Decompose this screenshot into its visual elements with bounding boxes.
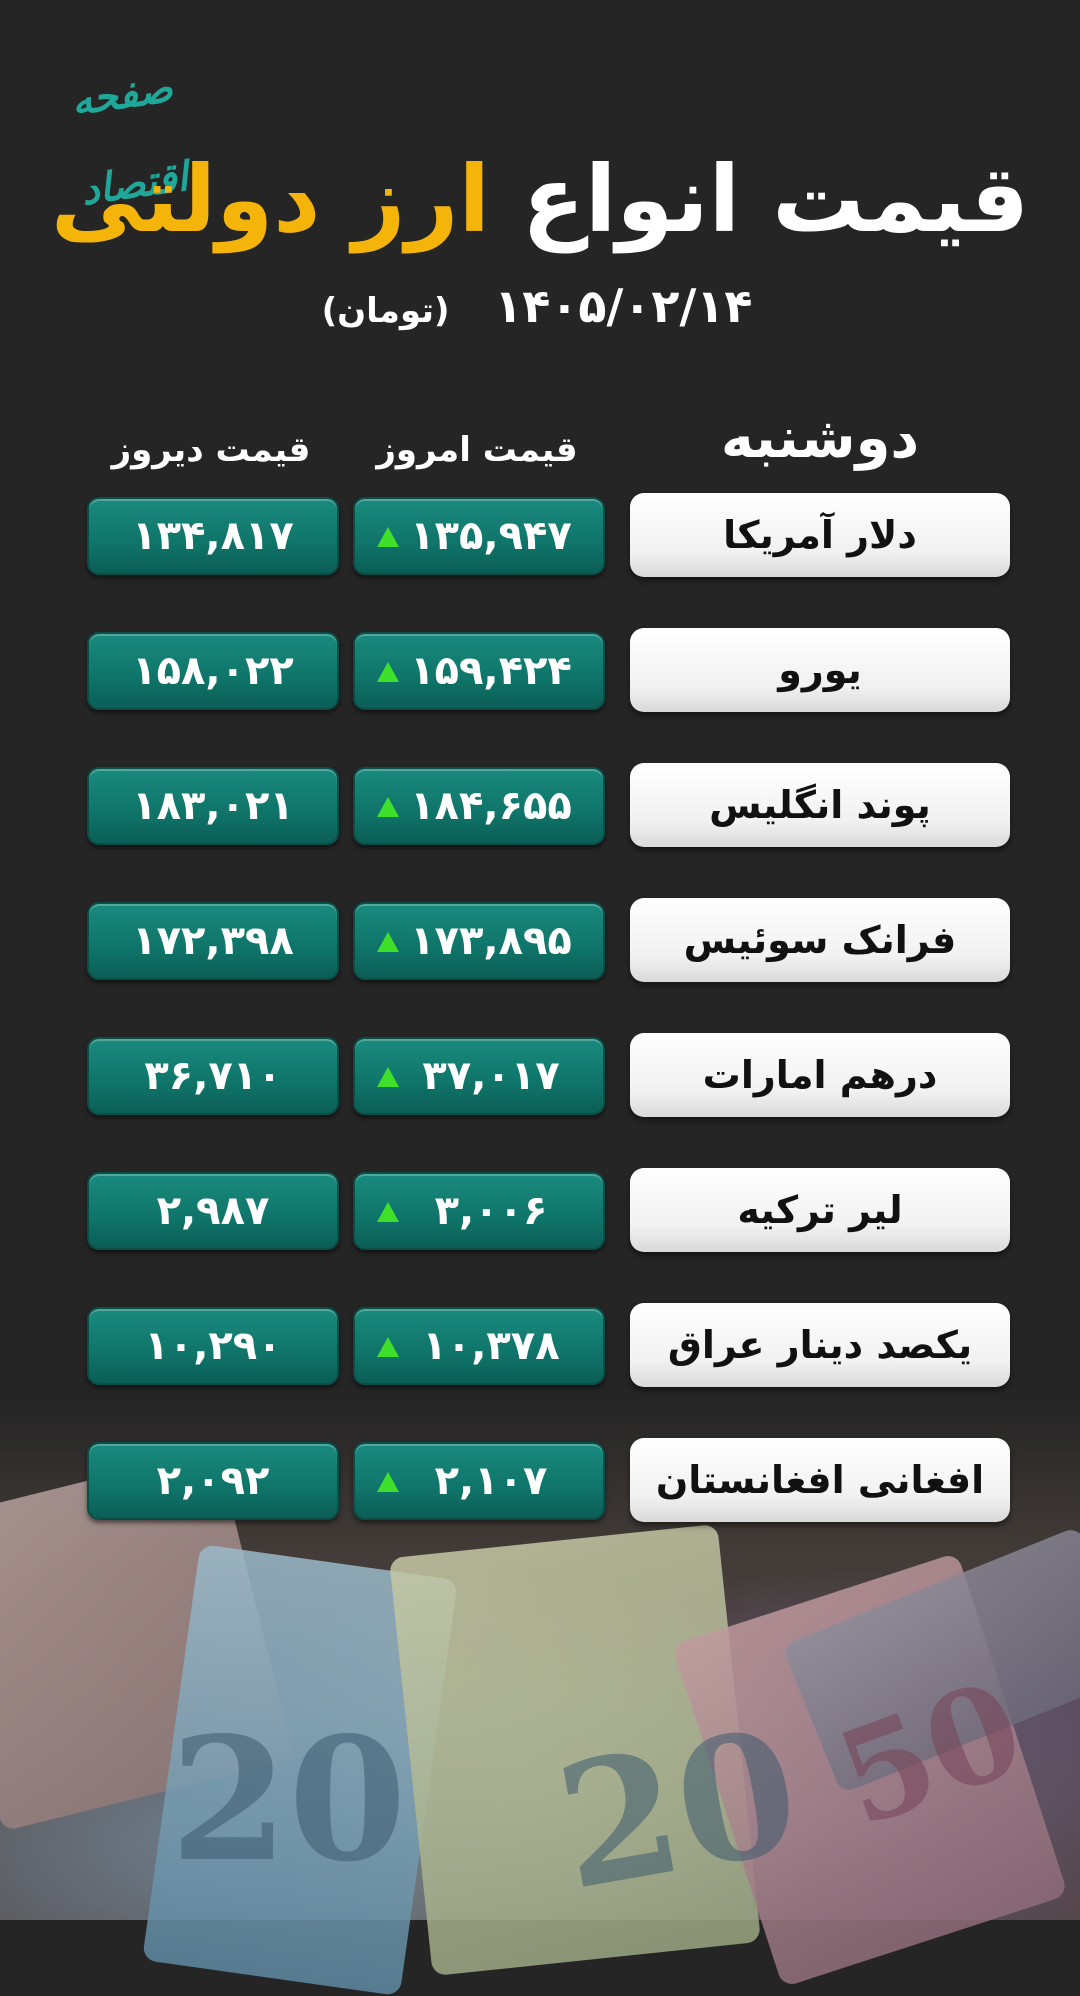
table-row: لیر ترکیه ۳,۰۰۶ ۲,۹۸۷	[0, 1168, 1080, 1258]
up-arrow-icon	[377, 1337, 399, 1357]
today-price: ۳۷,۰۱۷	[353, 1037, 605, 1115]
up-arrow-icon	[377, 1472, 399, 1492]
today-price: ۱۸۴,۶۵۵	[353, 767, 605, 845]
subtitle: ۱۴۰۵/۰۲/۱۴ (تومان)	[0, 278, 1080, 339]
date-label: ۱۴۰۵/۰۲/۱۴	[494, 279, 753, 333]
today-price-value: ۳,۰۰۶	[434, 1188, 548, 1234]
table-row: افغانی افغانستان ۲,۱۰۷ ۲,۰۹۲	[0, 1438, 1080, 1528]
today-price-value: ۱۸۴,۶۵۵	[410, 783, 572, 829]
up-arrow-icon	[377, 797, 399, 817]
yesterday-price: ۲,۹۸۷	[87, 1172, 339, 1250]
yesterday-price: ۱۵۸,۰۲۲	[87, 632, 339, 710]
weekday-header: دوشنبه	[720, 406, 920, 471]
today-price: ۳,۰۰۶	[353, 1172, 605, 1250]
table-row: درهم امارات ۳۷,۰۱۷ ۳۶,۷۱۰	[0, 1033, 1080, 1123]
table-row: یکصد دینار عراق ۱۰,۳۷۸ ۱۰,۲۹۰	[0, 1303, 1080, 1393]
banknote-numeral: 20	[544, 1690, 813, 1930]
up-arrow-icon	[377, 1067, 399, 1087]
up-arrow-icon	[377, 527, 399, 547]
currency-name: یکصد دینار عراق	[630, 1303, 1010, 1387]
yesterday-price: ۱۷۲,۳۹۸	[87, 902, 339, 980]
table-row: دلار آمریکا ۱۳۵,۹۴۷ ۱۳۴,۸۱۷	[0, 493, 1080, 583]
currency-name: افغانی افغانستان	[630, 1438, 1010, 1522]
today-price-value: ۲,۱۰۷	[434, 1458, 548, 1504]
title-highlight: ارز دولتی	[50, 146, 490, 253]
today-price: ۲,۱۰۷	[353, 1442, 605, 1520]
up-arrow-icon	[377, 1202, 399, 1222]
yesterday-price: ۳۶,۷۱۰	[87, 1037, 339, 1115]
currency-name: پوند انگلیس	[630, 763, 1010, 847]
currency-name: دلار آمریکا	[630, 493, 1010, 577]
table-row: یورو ۱۵۹,۴۲۴ ۱۵۸,۰۲۲	[0, 628, 1080, 718]
currency-name: لیر ترکیه	[630, 1168, 1010, 1252]
currency-name: درهم امارات	[630, 1033, 1010, 1117]
today-price-header: قیمت امروز	[376, 430, 578, 470]
yesterday-price-header: قیمت دیروز	[111, 430, 311, 470]
up-arrow-icon	[377, 662, 399, 682]
currency-name: یورو	[630, 628, 1010, 712]
today-price-value: ۱۰,۳۷۸	[422, 1323, 560, 1369]
page-title: قیمت انواع ارز دولتی	[0, 140, 1080, 260]
table-row: فرانک سوئیس ۱۷۳,۸۹۵ ۱۷۲,۳۹۸	[0, 898, 1080, 988]
table-row: پوند انگلیس ۱۸۴,۶۵۵ ۱۸۳,۰۲۱	[0, 763, 1080, 853]
brand-logo: صفحه اقتصاد	[68, 65, 191, 215]
yesterday-price: ۱۳۴,۸۱۷	[87, 497, 339, 575]
unit-label: (تومان)	[321, 291, 450, 331]
today-price: ۱۳۵,۹۴۷	[353, 497, 605, 575]
title-part1: قیمت انواع	[522, 146, 1030, 253]
yesterday-price: ۱۰,۲۹۰	[87, 1307, 339, 1385]
banknote-numeral: 20	[170, 1700, 407, 1900]
currency-name: فرانک سوئیس	[630, 898, 1010, 982]
today-price: ۱۰,۳۷۸	[353, 1307, 605, 1385]
up-arrow-icon	[377, 932, 399, 952]
today-price: ۱۵۹,۴۲۴	[353, 632, 605, 710]
yesterday-price: ۲,۰۹۲	[87, 1442, 339, 1520]
today-price: ۱۷۳,۸۹۵	[353, 902, 605, 980]
yesterday-price: ۱۸۳,۰۲۱	[87, 767, 339, 845]
today-price-value: ۱۵۹,۴۲۴	[410, 648, 572, 694]
today-price-value: ۱۳۵,۹۴۷	[410, 513, 572, 559]
today-price-value: ۳۷,۰۱۷	[422, 1053, 560, 1099]
today-price-value: ۱۷۳,۸۹۵	[410, 918, 572, 964]
